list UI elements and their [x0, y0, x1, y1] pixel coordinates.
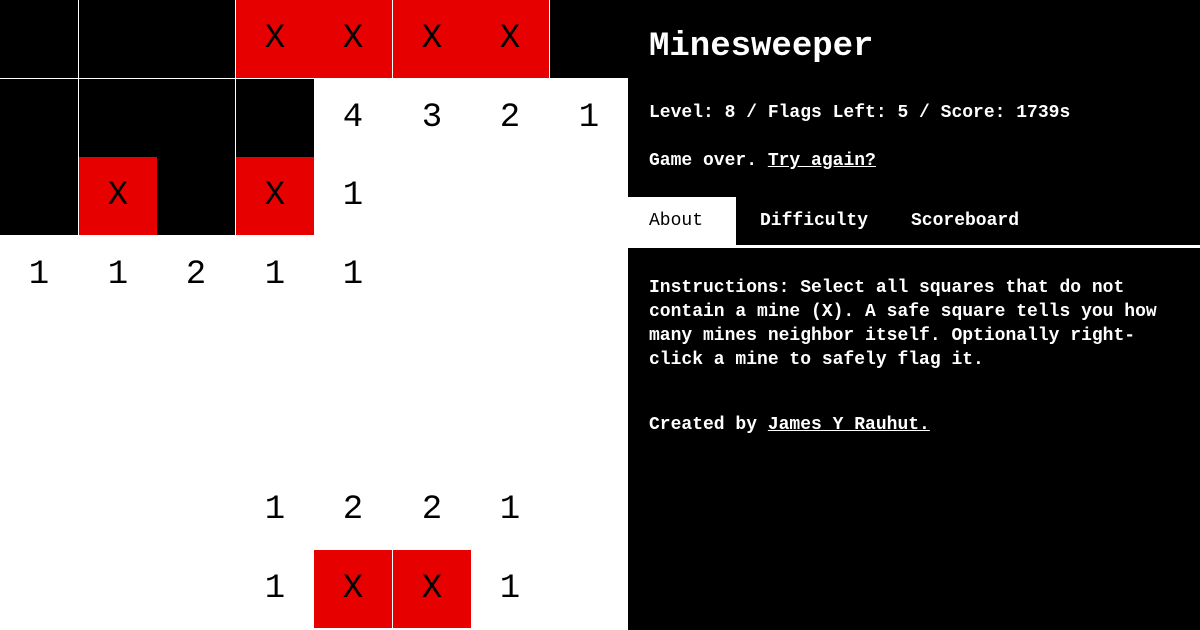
mine-cell[interactable]: X: [314, 550, 392, 628]
hidden-cell[interactable]: [236, 79, 314, 157]
instructions-text: Instructions: Select all squares that do…: [649, 278, 1157, 370]
hidden-cell[interactable]: [0, 157, 78, 235]
revealed-cell[interactable]: 2: [314, 471, 392, 549]
revealed-cell[interactable]: [550, 314, 628, 392]
revealed-cell[interactable]: 1: [79, 236, 157, 314]
tab-divider: [628, 245, 1200, 248]
hidden-cell[interactable]: [157, 79, 235, 157]
try-again-link[interactable]: Try again?: [768, 151, 876, 171]
revealed-cell[interactable]: 2: [471, 79, 549, 157]
revealed-cell[interactable]: [550, 157, 628, 235]
revealed-cell[interactable]: [0, 393, 78, 471]
revealed-cell[interactable]: [550, 550, 628, 628]
tab-difficulty[interactable]: Difficulty: [736, 197, 911, 245]
revealed-cell[interactable]: 4: [314, 79, 392, 157]
game-title: Minesweeper: [649, 28, 874, 66]
revealed-cell[interactable]: [393, 393, 471, 471]
hidden-cell[interactable]: [0, 0, 78, 78]
mine-cell[interactable]: X: [236, 157, 314, 235]
credit-prefix: Created by: [649, 415, 768, 435]
revealed-cell[interactable]: [393, 157, 471, 235]
credit-line: Created by James Y Rauhut.: [649, 415, 930, 435]
tab-bar: About Difficulty Scoreboard: [628, 197, 1200, 245]
game-board: XXXX4321XX11121112211XX1: [0, 0, 630, 630]
hidden-cell[interactable]: [79, 79, 157, 157]
revealed-cell[interactable]: [236, 393, 314, 471]
revealed-cell[interactable]: [79, 550, 157, 628]
revealed-cell[interactable]: 1: [314, 236, 392, 314]
hidden-cell[interactable]: [550, 0, 628, 78]
revealed-cell[interactable]: 1: [236, 236, 314, 314]
revealed-cell[interactable]: [393, 236, 471, 314]
revealed-cell[interactable]: 2: [157, 236, 235, 314]
revealed-cell[interactable]: 2: [393, 471, 471, 549]
mine-cell[interactable]: X: [393, 550, 471, 628]
mine-cell[interactable]: X: [79, 157, 157, 235]
revealed-cell[interactable]: 1: [0, 236, 78, 314]
tab-scoreboard[interactable]: Scoreboard: [911, 197, 1019, 245]
revealed-cell[interactable]: [157, 471, 235, 549]
hidden-cell[interactable]: [157, 0, 235, 78]
revealed-cell[interactable]: [314, 393, 392, 471]
game-over-text: Game over.: [649, 151, 768, 171]
revealed-cell[interactable]: [471, 314, 549, 392]
revealed-cell[interactable]: [0, 314, 78, 392]
revealed-cell[interactable]: [550, 393, 628, 471]
hidden-cell[interactable]: [79, 0, 157, 78]
revealed-cell[interactable]: [393, 314, 471, 392]
revealed-cell[interactable]: 3: [393, 79, 471, 157]
revealed-cell[interactable]: [0, 471, 78, 549]
revealed-cell[interactable]: 1: [236, 471, 314, 549]
revealed-cell[interactable]: [79, 314, 157, 392]
revealed-cell[interactable]: [471, 236, 549, 314]
revealed-cell[interactable]: [550, 471, 628, 549]
hidden-cell[interactable]: [157, 157, 235, 235]
info-panel: Minesweeper Level: 8 / Flags Left: 5 / S…: [628, 0, 1200, 630]
mine-cell[interactable]: X: [471, 0, 549, 78]
mine-cell[interactable]: X: [314, 0, 392, 78]
revealed-cell[interactable]: [157, 393, 235, 471]
mine-cell[interactable]: X: [393, 0, 471, 78]
revealed-cell[interactable]: 1: [314, 157, 392, 235]
revealed-cell[interactable]: [0, 550, 78, 628]
hidden-cell[interactable]: [0, 79, 78, 157]
revealed-cell[interactable]: [471, 393, 549, 471]
revealed-cell[interactable]: [550, 236, 628, 314]
revealed-cell[interactable]: [157, 314, 235, 392]
revealed-cell[interactable]: [236, 314, 314, 392]
revealed-cell[interactable]: [157, 550, 235, 628]
game-stats: Level: 8 / Flags Left: 5 / Score: 1739s: [649, 103, 1071, 123]
game-status: Game over. Try again?: [649, 151, 876, 171]
revealed-cell[interactable]: 1: [471, 471, 549, 549]
revealed-cell[interactable]: [79, 393, 157, 471]
revealed-cell[interactable]: 1: [236, 550, 314, 628]
revealed-cell[interactable]: 1: [550, 79, 628, 157]
mine-cell[interactable]: X: [236, 0, 314, 78]
revealed-cell[interactable]: [471, 157, 549, 235]
revealed-cell[interactable]: [79, 471, 157, 549]
tab-about[interactable]: About: [628, 197, 736, 245]
revealed-cell[interactable]: 1: [471, 550, 549, 628]
revealed-cell[interactable]: [314, 314, 392, 392]
author-link[interactable]: James Y Rauhut.: [768, 415, 930, 435]
